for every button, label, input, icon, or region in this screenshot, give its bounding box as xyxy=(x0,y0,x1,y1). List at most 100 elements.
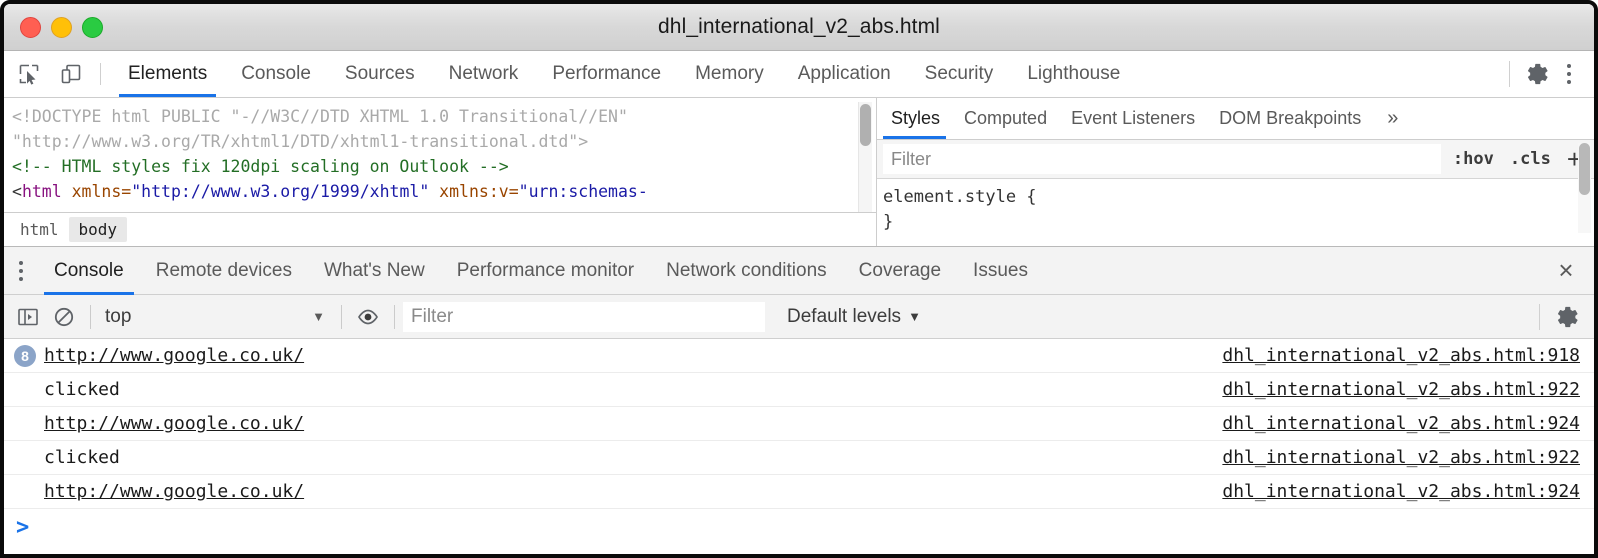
console-row[interactable]: http://www.google.co.uk/ dhl_internation… xyxy=(4,407,1594,441)
breadcrumb: html body xyxy=(4,212,876,246)
dom-tag-html: html xyxy=(21,182,62,201)
drawer-tab-coverage[interactable]: Coverage xyxy=(843,247,957,294)
tab-console-label: Console xyxy=(241,63,311,84)
drawer-tab-network-conditions[interactable]: Network conditions xyxy=(650,247,843,294)
console-message-source[interactable]: dhl_international_v2_abs.html:924 xyxy=(1222,413,1580,434)
dom-val-xmlns-v: "urn:schemas- xyxy=(518,182,648,201)
console-row[interactable]: clicked dhl_international_v2_abs.html:92… xyxy=(4,441,1594,475)
console-row[interactable]: http://www.google.co.uk/ dhl_internation… xyxy=(4,475,1594,509)
console-prompt[interactable]: > xyxy=(4,509,1594,545)
breadcrumb-item-html[interactable]: html xyxy=(10,217,69,242)
drawer-tab-whats-new-label: What's New xyxy=(323,259,425,281)
dom-tree-scrollbar-thumb[interactable] xyxy=(860,104,871,146)
console-message-text[interactable]: http://www.google.co.uk/ xyxy=(44,345,304,366)
kebab-menu-icon[interactable] xyxy=(1556,61,1582,87)
tab-performance[interactable]: Performance xyxy=(535,51,678,97)
console-toolbar: top ▼ Default levels ▼ xyxy=(4,295,1594,339)
styles-filter-input[interactable] xyxy=(883,144,1441,174)
dom-attr-xmlns: xmlns= xyxy=(61,182,132,201)
tab-application[interactable]: Application xyxy=(781,51,908,97)
traffic-lights xyxy=(4,16,103,38)
drawer-tab-console[interactable]: Console xyxy=(38,247,140,295)
clear-console-icon[interactable] xyxy=(46,301,82,333)
styles-more-tabs-icon[interactable]: » xyxy=(1373,98,1412,139)
tab-dom-breakpoints-label: DOM Breakpoints xyxy=(1219,108,1362,128)
console-message-source[interactable]: dhl_international_v2_abs.html:924 xyxy=(1222,481,1580,502)
dom-attr-xmlns-v: xmlns:v= xyxy=(429,182,519,201)
gear-icon[interactable] xyxy=(1524,61,1550,87)
dom-line-doctype-1: <!DOCTYPE html PUBLIC "-//W3C//DTD XHTML… xyxy=(12,107,628,126)
tab-network-label: Network xyxy=(448,63,519,84)
toolbar-divider-right xyxy=(1509,61,1510,87)
style-rule-selector[interactable]: element.style { xyxy=(883,185,1594,210)
console-row[interactable]: clicked dhl_international_v2_abs.html:92… xyxy=(4,373,1594,407)
dom-line-html-open: <html xmlns="http://www.w3.org/1999/xhtm… xyxy=(12,179,876,204)
toolbar-divider xyxy=(100,63,101,85)
console-messages-list: 8 http://www.google.co.uk/ dhl_internati… xyxy=(4,339,1594,545)
dom-tree[interactable]: <!DOCTYPE html PUBLIC "-//W3C//DTD XHTML… xyxy=(4,98,876,212)
console-message-source[interactable]: dhl_international_v2_abs.html:922 xyxy=(1222,447,1580,468)
tab-sources-label: Sources xyxy=(344,63,415,84)
drawer-tab-issues[interactable]: Issues xyxy=(957,247,1044,294)
tab-event-listeners[interactable]: Event Listeners xyxy=(1059,98,1207,139)
window-titlebar: dhl_international_v2_abs.html xyxy=(4,4,1594,51)
console-filter-input[interactable] xyxy=(403,301,765,332)
drawer-tab-remote-devices[interactable]: Remote devices xyxy=(140,247,308,294)
close-button[interactable] xyxy=(20,16,41,38)
live-expression-icon[interactable] xyxy=(350,301,386,333)
tab-network[interactable]: Network xyxy=(432,51,536,97)
drawer-tabbar: Console Remote devices What's New Perfor… xyxy=(4,246,1594,295)
drawer-tab-issues-label: Issues xyxy=(973,259,1028,281)
tab-elements-label: Elements xyxy=(128,63,208,84)
styles-rules-list: element.style { } xyxy=(877,179,1594,246)
tab-dom-breakpoints[interactable]: DOM Breakpoints xyxy=(1207,98,1373,139)
styles-scrollbar[interactable] xyxy=(1578,143,1591,233)
dom-val-xmlns: "http://www.w3.org/1999/xhtml" xyxy=(131,182,430,201)
drawer-tab-performance-monitor[interactable]: Performance monitor xyxy=(441,247,650,294)
dom-tree-scrollbar[interactable] xyxy=(858,102,872,212)
tab-console[interactable]: Console xyxy=(224,51,328,97)
chevron-down-icon: ▼ xyxy=(908,309,921,324)
maximize-button[interactable] xyxy=(82,16,103,38)
tab-application-label: Application xyxy=(797,63,891,84)
tab-computed[interactable]: Computed xyxy=(952,98,1059,139)
console-toolbar-divider-2 xyxy=(341,304,342,329)
window-title: dhl_international_v2_abs.html xyxy=(658,15,940,38)
dom-punct-lt: < xyxy=(12,182,22,201)
close-drawer-icon[interactable]: × xyxy=(1538,247,1594,294)
console-row[interactable]: 8 http://www.google.co.uk/ dhl_internati… xyxy=(4,339,1594,373)
toggle-hover-state-button[interactable]: :hov xyxy=(1445,149,1502,169)
elements-panel: <!DOCTYPE html PUBLIC "-//W3C//DTD XHTML… xyxy=(4,98,877,246)
drawer-tab-console-label: Console xyxy=(54,259,124,281)
devtools-upper-split: <!DOCTYPE html PUBLIC "-//W3C//DTD XHTML… xyxy=(4,98,1594,246)
console-settings-gear-icon[interactable] xyxy=(1554,304,1580,330)
tab-elements[interactable]: Elements xyxy=(111,51,224,97)
toggle-class-button[interactable]: .cls xyxy=(1502,149,1559,169)
console-sidebar-icon[interactable] xyxy=(10,301,46,333)
styles-filterbar: :hov .cls + xyxy=(877,140,1594,179)
console-message-text[interactable]: http://www.google.co.uk/ xyxy=(44,481,304,502)
drawer-tab-performance-monitor-label: Performance monitor xyxy=(456,259,635,281)
drawer-kebab-menu-icon[interactable] xyxy=(4,247,38,294)
tab-styles[interactable]: Styles xyxy=(877,98,952,139)
console-message-source[interactable]: dhl_international_v2_abs.html:918 xyxy=(1222,345,1580,366)
tab-sources[interactable]: Sources xyxy=(328,51,432,97)
console-toolbar-divider-4 xyxy=(1539,303,1540,330)
console-toolbar-right xyxy=(1525,303,1594,330)
console-message-text[interactable]: http://www.google.co.uk/ xyxy=(44,413,304,434)
console-message-source[interactable]: dhl_international_v2_abs.html:922 xyxy=(1222,379,1580,400)
device-toolbar-icon[interactable] xyxy=(54,59,88,89)
chevron-down-icon: ▼ xyxy=(312,309,325,324)
console-log-levels-selector[interactable]: Default levels ▼ xyxy=(777,306,931,328)
console-context-selector[interactable]: top ▼ xyxy=(99,306,333,328)
minimize-button[interactable] xyxy=(51,16,72,38)
breadcrumb-item-body[interactable]: body xyxy=(68,217,128,242)
tab-lighthouse[interactable]: Lighthouse xyxy=(1010,51,1137,97)
tab-security[interactable]: Security xyxy=(908,51,1011,97)
console-context-label: top xyxy=(105,305,132,327)
devtools-main-tabs: Elements Console Sources Network Perform… xyxy=(111,51,1137,97)
styles-scrollbar-thumb[interactable] xyxy=(1579,143,1590,195)
tab-memory[interactable]: Memory xyxy=(678,51,781,97)
drawer-tab-whats-new[interactable]: What's New xyxy=(308,247,441,294)
inspect-element-icon[interactable] xyxy=(12,59,46,89)
